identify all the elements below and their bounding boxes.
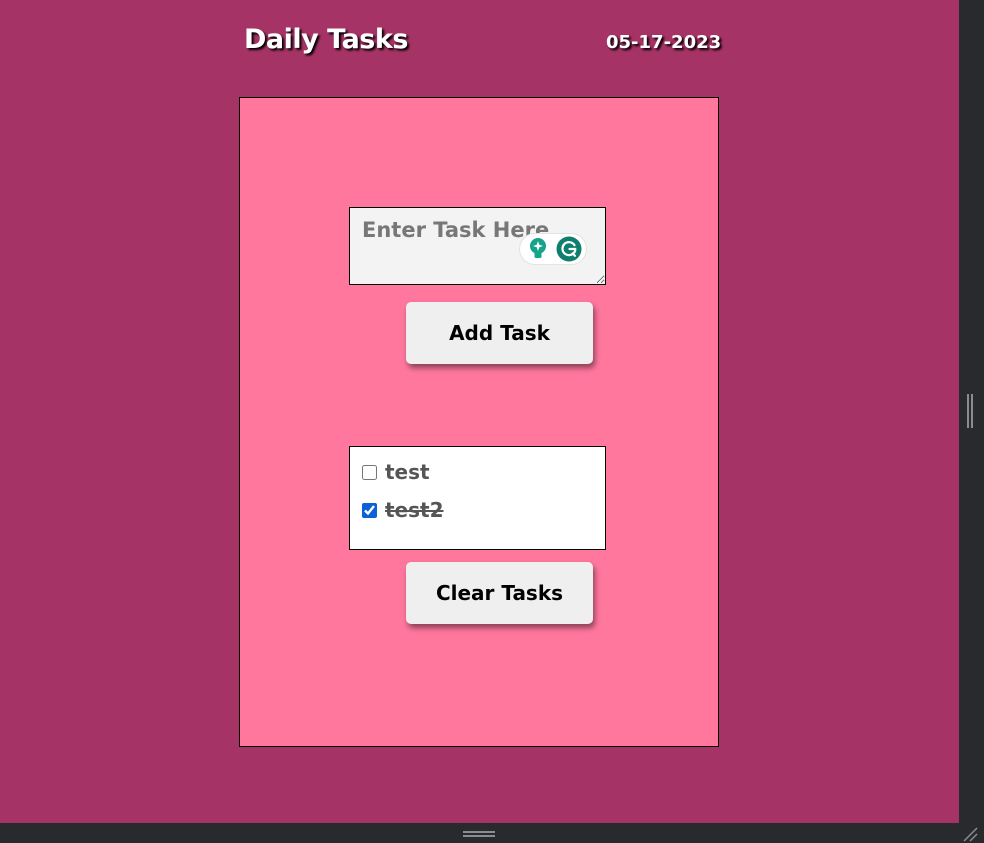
add-task-button[interactable]: Add Task: [406, 302, 593, 364]
clear-tasks-button[interactable]: Clear Tasks: [406, 562, 593, 624]
page-title: Daily Tasks: [244, 24, 408, 55]
task-list: test test2: [349, 446, 606, 550]
task-label: test2: [385, 498, 444, 522]
task-label: test: [385, 460, 430, 484]
lightbulb-icon[interactable]: [528, 237, 548, 261]
task-checkbox[interactable]: [362, 502, 377, 518]
task-item: test: [362, 460, 430, 484]
vertical-grip-icon[interactable]: [967, 394, 973, 428]
horizontal-grip-icon[interactable]: [463, 831, 495, 837]
current-date: 05-17-2023: [606, 32, 722, 53]
task-checkbox[interactable]: [362, 464, 377, 480]
grammarly-g-icon[interactable]: [556, 236, 582, 262]
resize-corner-icon[interactable]: [962, 826, 978, 842]
task-item: test2: [362, 498, 444, 522]
tasks-card: [239, 97, 719, 747]
